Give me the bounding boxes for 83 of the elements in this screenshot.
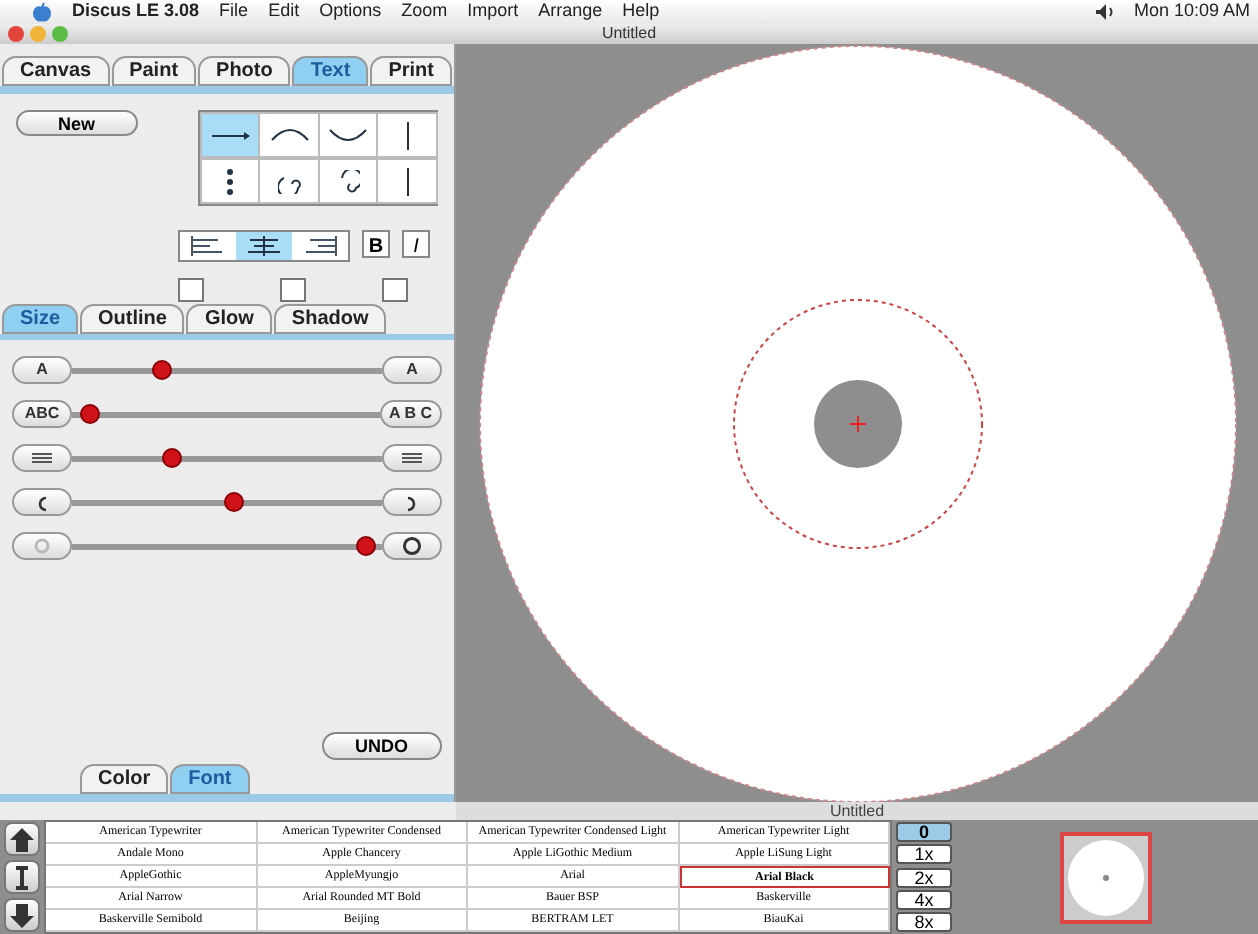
tab[interactable]: Photo bbox=[198, 56, 291, 86]
tab[interactable]: Text bbox=[292, 56, 369, 86]
undo-button[interactable]: UNDO bbox=[321, 732, 442, 760]
tab[interactable]: Print bbox=[370, 56, 452, 86]
bold-button[interactable]: B bbox=[362, 230, 390, 258]
tab[interactable]: Size bbox=[2, 304, 79, 334]
rotate-button[interactable] bbox=[382, 488, 442, 516]
text-path-icon bbox=[328, 128, 369, 142]
lines-icon bbox=[400, 450, 424, 466]
text-cursor-button[interactable] bbox=[4, 860, 40, 894]
radius-button[interactable] bbox=[382, 532, 442, 560]
zoom-option[interactable]: 1x bbox=[896, 844, 952, 865]
text-path-button[interactable] bbox=[317, 158, 380, 204]
italic-button[interactable]: I bbox=[402, 230, 430, 258]
align-button[interactable] bbox=[180, 232, 236, 260]
text-path-icon bbox=[226, 167, 235, 195]
line-spacing-button[interactable] bbox=[12, 444, 72, 472]
text-path-button[interactable] bbox=[199, 158, 262, 204]
slider-thumb[interactable] bbox=[223, 491, 244, 511]
close-button[interactable] bbox=[8, 26, 24, 42]
menu-item[interactable]: Zoom bbox=[401, 0, 448, 26]
menu-item[interactable]: Options bbox=[319, 0, 382, 26]
align-icon bbox=[246, 236, 282, 256]
text-size-button[interactable]: A bbox=[12, 356, 72, 384]
menu-item[interactable]: Edit bbox=[268, 0, 300, 26]
slider-thumb[interactable] bbox=[161, 447, 182, 467]
zoom-option[interactable]: 4x bbox=[896, 889, 952, 910]
tab[interactable]: Font bbox=[170, 764, 250, 794]
scroll-button[interactable] bbox=[4, 898, 40, 932]
new-button[interactable]: New bbox=[16, 110, 138, 136]
letter-spacing-button[interactable]: A B C bbox=[379, 400, 442, 428]
text-path-icon bbox=[405, 165, 410, 197]
slider-thumb[interactable] bbox=[356, 535, 377, 555]
tab[interactable]: Shadow bbox=[273, 304, 387, 334]
text-path-icon bbox=[209, 129, 252, 141]
zoom-option[interactable]: 8x bbox=[896, 912, 952, 932]
menu-item[interactable]: Help bbox=[622, 0, 660, 26]
text-path-button[interactable] bbox=[258, 112, 321, 158]
status-title: Untitled bbox=[827, 802, 887, 820]
slider-thumb[interactable] bbox=[80, 403, 101, 423]
rotate-icon bbox=[34, 493, 50, 511]
speaker-icon[interactable] bbox=[1095, 4, 1114, 20]
up-arrow-icon bbox=[10, 827, 34, 851]
text-path-button[interactable] bbox=[199, 112, 262, 158]
text-path-button[interactable] bbox=[258, 158, 321, 204]
lines-icon bbox=[30, 450, 54, 466]
checkbox[interactable] bbox=[178, 278, 204, 302]
window-title: Untitled bbox=[601, 22, 657, 46]
scroll-button[interactable] bbox=[4, 822, 40, 856]
text-path-button[interactable] bbox=[317, 112, 380, 158]
i-beam-icon bbox=[10, 865, 34, 889]
text-path-icon bbox=[269, 128, 310, 142]
align-icon bbox=[302, 236, 338, 256]
align-button[interactable] bbox=[292, 232, 348, 260]
menu-item[interactable]: Import bbox=[467, 0, 519, 26]
tab[interactable]: Glow bbox=[186, 304, 272, 334]
line-spacing-button[interactable] bbox=[382, 444, 442, 472]
tab[interactable]: Color bbox=[80, 764, 169, 794]
text-size-button[interactable]: A bbox=[382, 356, 442, 384]
down-arrow-icon bbox=[10, 903, 34, 927]
app-menu[interactable]: Discus LE 3.08 bbox=[72, 0, 200, 26]
tab[interactable]: Canvas bbox=[2, 56, 110, 86]
ring-icon bbox=[402, 536, 422, 556]
align-icon bbox=[190, 236, 226, 256]
text-path-icon bbox=[405, 119, 410, 151]
align-button[interactable] bbox=[236, 232, 292, 260]
menu-clock[interactable]: Mon 10:09 AM bbox=[1133, 0, 1250, 26]
slider-thumb[interactable] bbox=[151, 359, 172, 379]
text-path-icon bbox=[336, 169, 361, 193]
rotate-icon bbox=[404, 493, 420, 511]
menu-item[interactable]: File bbox=[219, 0, 249, 26]
ring-icon bbox=[32, 536, 52, 556]
menu-item[interactable]: Arrange bbox=[538, 0, 603, 26]
zoom-option[interactable]: 2x bbox=[896, 867, 952, 887]
zoom-option[interactable]: 0 bbox=[896, 822, 952, 842]
tab[interactable]: Paint bbox=[111, 56, 197, 86]
apple-logo-icon[interactable] bbox=[32, 2, 52, 22]
rotate-button[interactable] bbox=[12, 488, 72, 516]
alignment-control[interactable] bbox=[178, 230, 350, 262]
checkbox[interactable] bbox=[280, 278, 306, 302]
letter-spacing-button[interactable]: ABC bbox=[12, 400, 72, 428]
checkbox[interactable] bbox=[382, 278, 408, 302]
tab[interactable]: Outline bbox=[80, 304, 185, 334]
